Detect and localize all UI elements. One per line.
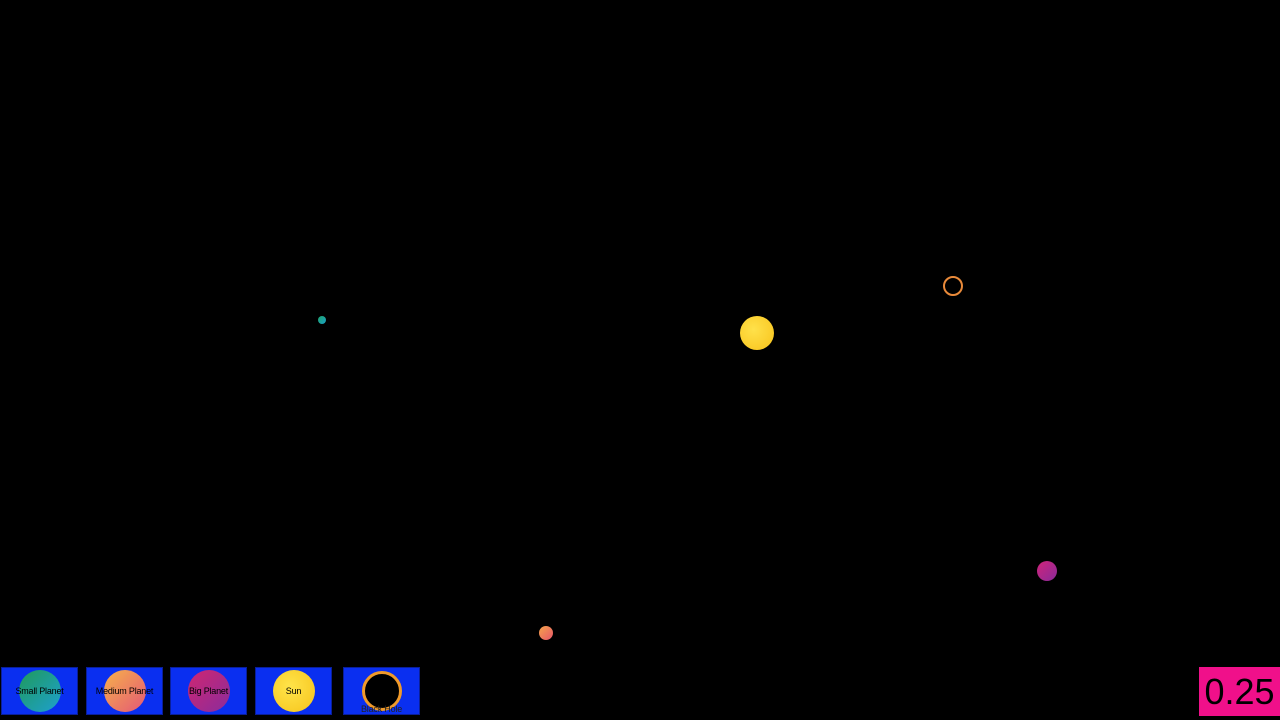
small-planet-button[interactable]: Small Planet (1, 667, 78, 715)
black-hole-button[interactable]: Black Hole (343, 667, 420, 715)
small-planet-object (318, 316, 326, 324)
big-planet-label: Big Planet (188, 686, 229, 696)
space-canvas[interactable] (0, 0, 1280, 720)
sun-label: Sun (285, 686, 302, 696)
medium-planet-object (539, 626, 553, 640)
big-planet-button[interactable]: Big Planet (170, 667, 247, 715)
sun-object (740, 316, 774, 350)
big-planet-object (1037, 561, 1057, 581)
medium-planet-label: Medium Planet (95, 686, 154, 696)
black-hole-label: Black Hole (360, 704, 403, 714)
speed-display: 0.25 (1199, 667, 1280, 716)
body-toolbar: Small Planet Medium Planet Big Planet Su… (0, 667, 430, 716)
small-planet-label: Small Planet (15, 686, 64, 696)
sun-button[interactable]: Sun (255, 667, 332, 715)
medium-planet-button[interactable]: Medium Planet (86, 667, 163, 715)
black-hole-object (943, 276, 963, 296)
